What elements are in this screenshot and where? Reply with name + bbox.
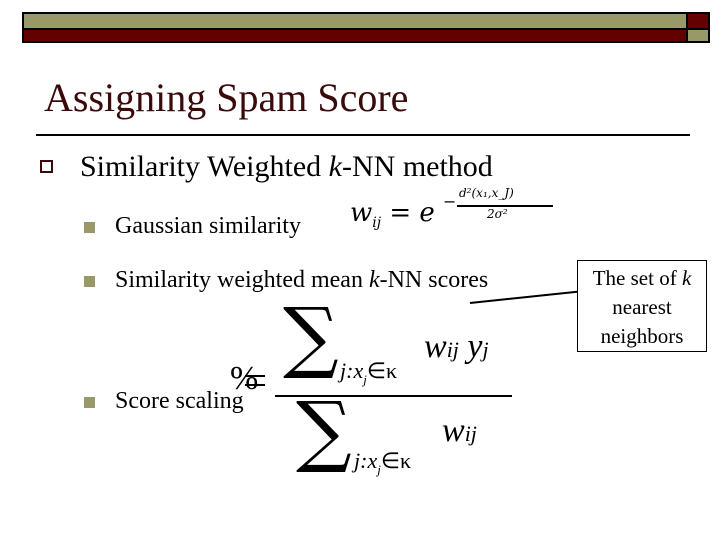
callout-box: The set of k nearest neighbors	[577, 260, 707, 352]
bullet-text-before: Similarity weighted mean	[115, 267, 369, 293]
sum-set: ∈κ	[380, 448, 412, 473]
bullet-text-italic: k	[368, 267, 380, 293]
formula-lhs-sub: ij	[372, 215, 382, 231]
denominator-w-sub: ij	[464, 421, 477, 446]
square-bullet-icon	[84, 397, 95, 408]
formula-base: e	[419, 198, 435, 228]
callout-italic: k	[681, 266, 692, 290]
header-bar-maroon	[22, 28, 696, 43]
numerator-sigma: ∑	[283, 292, 339, 382]
callout-line3: neighbors	[600, 324, 684, 348]
numerator-w-sub: ij	[446, 337, 459, 362]
overlay-equals-bar	[245, 384, 265, 386]
denominator-sigma: ∑	[296, 386, 352, 476]
level1-text-after: -NN method	[342, 150, 493, 183]
sum-index: j:x	[354, 448, 378, 473]
formula-equals: =	[389, 198, 412, 228]
header-square-olive	[686, 28, 710, 43]
square-bullet-icon	[84, 276, 95, 287]
numerator-y: y	[467, 328, 483, 365]
gaussian-formula: wij = e	[350, 198, 435, 231]
denominator-sum-index: j:xj∈κ	[354, 448, 411, 478]
square-bullet-icon	[84, 222, 95, 233]
level1-text-italic: k	[328, 150, 342, 183]
formula-lhs-var: w	[350, 198, 373, 228]
overlay-equals-bar	[245, 375, 265, 377]
level1-item: Similarity Weighted k-NN method	[80, 150, 493, 183]
numerator-y-sub: j	[482, 337, 489, 362]
denominator-term: wij	[442, 412, 477, 450]
bullet-gaussian-similarity: Gaussian similarity	[115, 213, 301, 239]
exponent-sign: −	[443, 192, 457, 211]
denominator-w: w	[442, 412, 465, 449]
numerator-w: w	[424, 328, 447, 365]
callout-line2: nearest	[612, 295, 672, 319]
numerator-sum-index: j:xj∈κ	[340, 358, 397, 388]
bullet-score-scaling: Score scaling	[115, 388, 244, 414]
sum-set: ∈κ	[366, 358, 398, 383]
sum-index: j:x	[340, 358, 364, 383]
score-overlay-symbol: %	[230, 360, 259, 397]
bullet-weighted-mean-scores: Similarity weighted mean k-NN scores	[115, 268, 488, 292]
slide-title: Assigning Spam Score	[44, 75, 409, 120]
exponent-denominator: 2σ²	[487, 207, 508, 221]
title-underline	[36, 134, 690, 136]
bullet-text-after: -NN scores	[379, 267, 489, 293]
exponent-numerator: d²(x₁,x_J)	[459, 186, 514, 200]
callout-text: The set of	[592, 266, 682, 290]
level1-text-before: Similarity Weighted	[80, 150, 329, 183]
hollow-square-bullet-icon	[40, 160, 53, 173]
callout-line1: The set of k	[578, 264, 706, 293]
numerator-term: wij yj	[424, 328, 489, 366]
